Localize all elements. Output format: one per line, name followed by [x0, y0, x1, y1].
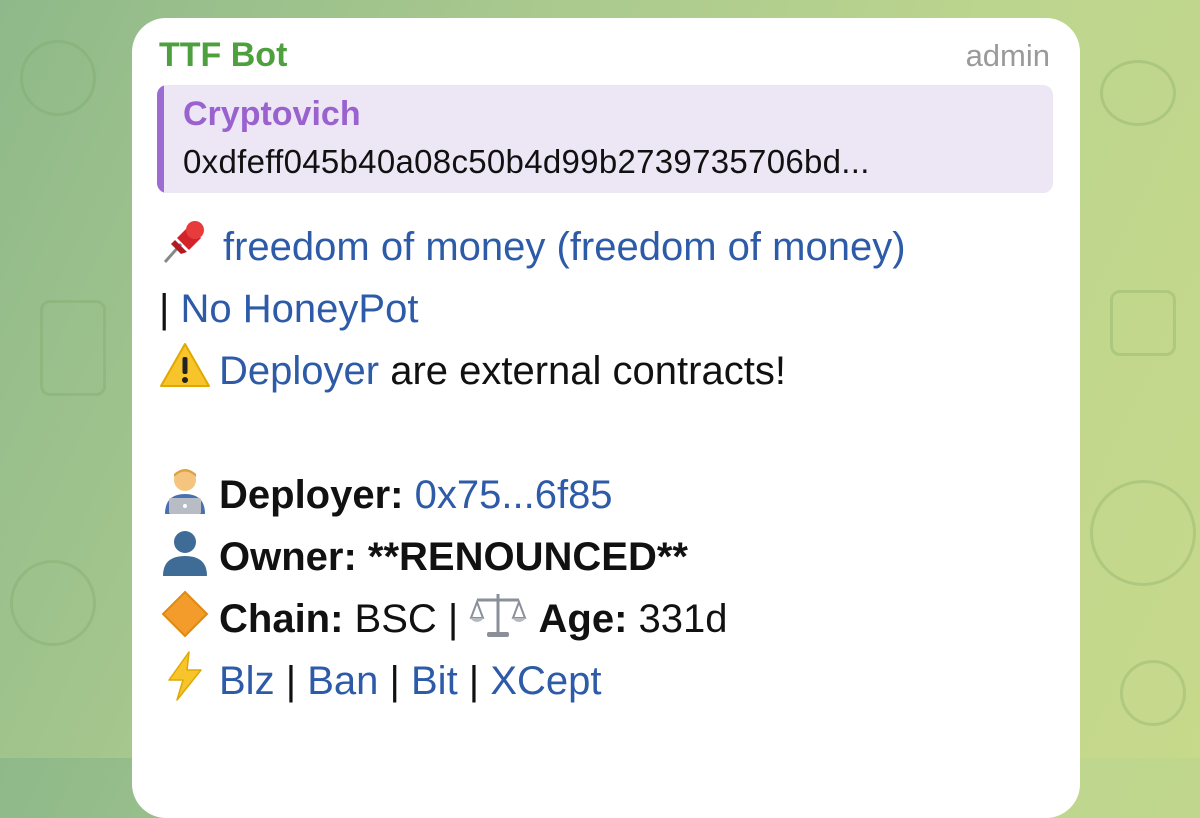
- honeypot-link[interactable]: No HoneyPot: [181, 287, 419, 331]
- person-silhouette-icon: [159, 526, 219, 588]
- chain-value: BSC |: [343, 597, 470, 641]
- age-label: Age:: [538, 597, 628, 641]
- reply-accent-bar: [157, 85, 164, 193]
- warning-line: Deployer are external contracts!: [159, 340, 1059, 402]
- owner-value: **RENOUNCED**: [356, 535, 688, 579]
- deployer-line: Deployer: 0x75...6f85: [159, 464, 1059, 526]
- link-bit[interactable]: Bit: [411, 659, 458, 703]
- token-line: freedom of money (freedom of money): [159, 216, 1059, 278]
- link-blz[interactable]: Blz: [219, 659, 275, 703]
- warning-text: are external contracts!: [379, 349, 786, 393]
- admin-badge: admin: [965, 38, 1050, 73]
- link-xcept[interactable]: XCept: [490, 659, 601, 703]
- lightning-icon: [159, 650, 219, 712]
- technologist-icon: [159, 464, 219, 526]
- separator: |: [159, 287, 181, 331]
- deployer-warning-link[interactable]: Deployer: [219, 349, 379, 393]
- link-separator: |: [274, 659, 308, 703]
- balance-scale-icon: [469, 594, 538, 641]
- age-value: 331d: [627, 597, 728, 641]
- sender-name[interactable]: TTF Bot: [159, 36, 287, 75]
- chain-label: Chain:: [219, 597, 344, 641]
- deployer-label: Deployer:: [219, 473, 404, 517]
- orange-diamond-icon: [159, 588, 219, 650]
- link-ban[interactable]: Ban: [307, 659, 378, 703]
- pushpin-icon: [159, 216, 209, 266]
- deployer-address-link[interactable]: 0x75...6f85: [415, 473, 613, 517]
- reply-text: 0xdfeff045b40a08c50b4d99b2739735706bd...: [183, 143, 870, 180]
- quick-links-line: Blz | Ban | Bit | XCept: [159, 650, 1059, 712]
- reply-quote[interactable]: Cryptovich 0xdfeff045b40a08c50b4d99b2739…: [157, 85, 1053, 193]
- owner-label: Owner:: [219, 535, 357, 579]
- link-separator: |: [457, 659, 491, 703]
- chain-age-line: Chain: BSC | Age: 331d: [159, 588, 1059, 650]
- owner-line: Owner: **RENOUNCED**: [159, 526, 1059, 588]
- warning-icon: [159, 340, 219, 402]
- honeypot-line: | No HoneyPot: [159, 278, 1059, 340]
- reply-author: Cryptovich: [183, 95, 361, 133]
- token-link[interactable]: freedom of money (freedom of money): [223, 225, 906, 269]
- message-bubble[interactable]: TTF Bot admin Cryptovich 0xdfeff045b40a0…: [132, 18, 1080, 818]
- message-text: freedom of money (freedom of money) | No…: [159, 216, 1059, 712]
- link-separator: |: [378, 659, 411, 703]
